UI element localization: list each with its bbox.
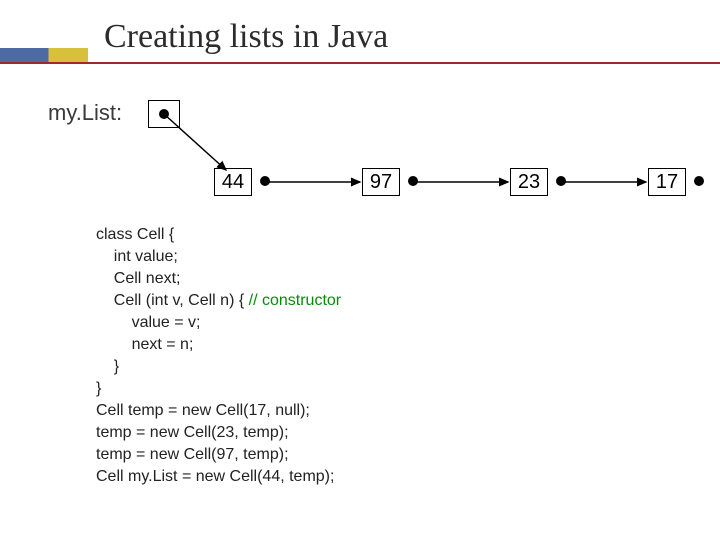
code-comment: // constructor (249, 292, 341, 309)
node-next-box (686, 168, 712, 194)
code-line: int value; (96, 248, 178, 265)
pointer-dot-icon (556, 176, 566, 186)
node-value: 97 (362, 168, 400, 196)
code-line: Cell temp = new Cell(17, null); (96, 402, 310, 419)
list-node: 17 (648, 168, 712, 196)
node-next-box (252, 168, 278, 194)
code-line: class Cell { (96, 226, 174, 243)
list-variable-label: my.List: (48, 100, 122, 126)
code-block: class Cell { int value; Cell next; Cell … (96, 224, 341, 488)
list-node: 23 (510, 168, 574, 196)
node-value: 17 (648, 168, 686, 196)
head-pointer-box (148, 100, 180, 128)
code-line: value = v; (96, 314, 201, 331)
pointer-dot-icon (694, 176, 704, 186)
code-line: next = n; (96, 336, 193, 353)
code-line: } (96, 358, 119, 375)
node-next-box (548, 168, 574, 194)
node-next-box (400, 168, 426, 194)
code-line: Cell (int v, Cell n) { (96, 292, 249, 309)
code-line: Cell next; (96, 270, 180, 287)
list-node: 44 (214, 168, 278, 196)
slide-title: Creating lists in Java (104, 18, 388, 56)
code-line: temp = new Cell(23, temp); (96, 424, 289, 441)
code-line: temp = new Cell(97, temp); (96, 446, 289, 463)
pointer-dot-icon (260, 176, 270, 186)
node-value: 23 (510, 168, 548, 196)
pointer-dot-icon (408, 176, 418, 186)
slide-accent-bar (0, 48, 88, 62)
list-node: 97 (362, 168, 426, 196)
node-value: 44 (214, 168, 252, 196)
code-line: Cell my.List = new Cell(44, temp); (96, 468, 334, 485)
pointer-dot-icon (159, 109, 169, 119)
code-line: } (96, 380, 101, 397)
title-underline (0, 62, 720, 64)
